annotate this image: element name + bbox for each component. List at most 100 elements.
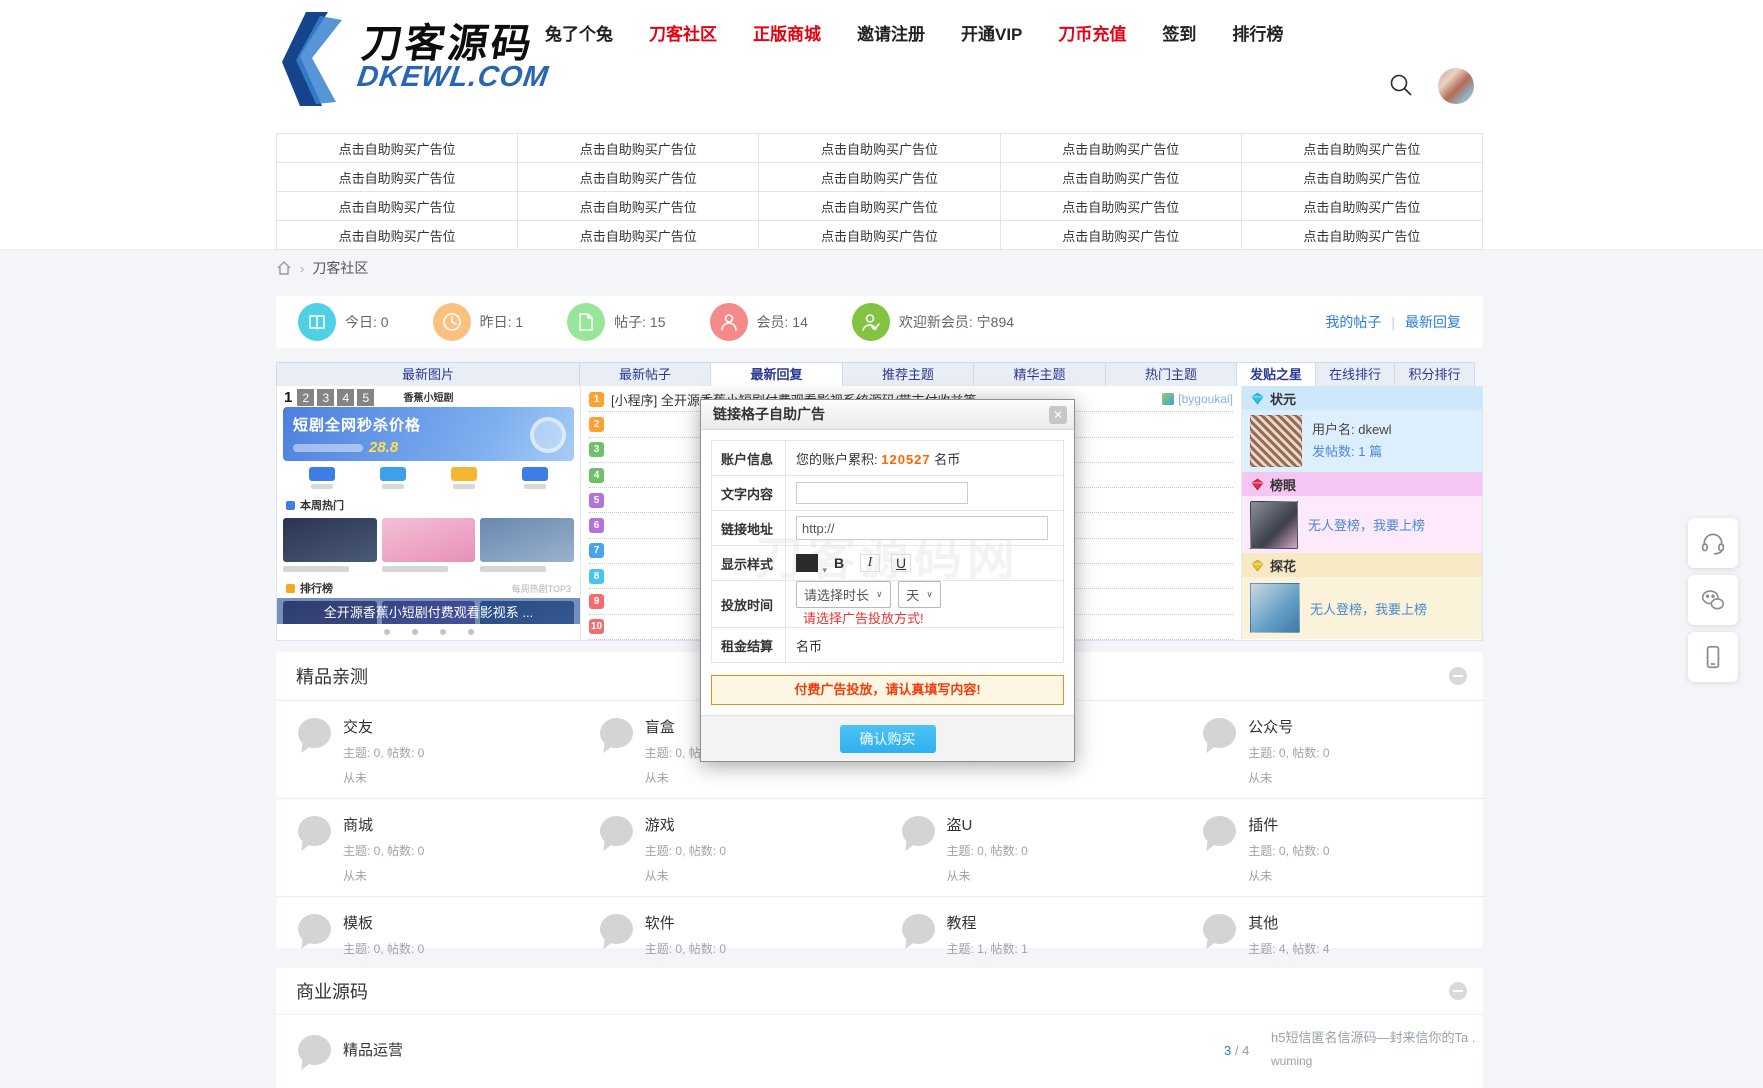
board-游戏[interactable]: 游戏 主题: 0, 帖数: 0 从未: [578, 799, 880, 896]
board-name[interactable]: 公众号: [1248, 716, 1329, 737]
board-bubble-icon: [298, 1035, 331, 1065]
mobile-button[interactable]: [1688, 632, 1738, 682]
user-avatar[interactable]: [1438, 68, 1474, 104]
biz-latest-author[interactable]: wuming: [1271, 1054, 1476, 1068]
ad-slot[interactable]: 点击自助购买广告位: [1000, 192, 1242, 221]
bangyan-empty-link[interactable]: 无人登榜，我要上榜: [1308, 515, 1425, 534]
collapse-icon[interactable]: [1449, 982, 1467, 1000]
tab-发贴之星[interactable]: 发贴之星: [1236, 362, 1316, 387]
ad-slot[interactable]: 点击自助购买广告位: [759, 163, 1001, 192]
ad-slot[interactable]: 点击自助购买广告位: [518, 221, 760, 250]
chevron-down-icon: ∨: [926, 589, 933, 599]
nav-item[interactable]: 刀币充值: [1058, 20, 1126, 45]
user-value[interactable]: dkewl: [1358, 422, 1391, 437]
ad-slot[interactable]: 点击自助购买广告位: [759, 221, 1001, 250]
color-swatch[interactable]: [796, 554, 827, 576]
ad-slot[interactable]: 点击自助购买广告位: [1241, 221, 1483, 250]
ad-slot[interactable]: 点击自助购买广告位: [277, 134, 519, 163]
tab-精华主题[interactable]: 精华主题: [973, 362, 1106, 387]
app-icon-row: [287, 467, 570, 489]
carousel-caption[interactable]: 全开源香蕉小短剧付费观看影视系 ...: [277, 598, 580, 624]
board-name[interactable]: 游戏: [645, 814, 726, 835]
nav-item[interactable]: 正版商城: [753, 20, 821, 45]
nav-item[interactable]: 开通VIP: [961, 20, 1022, 45]
nav-item[interactable]: 邀请注册: [857, 20, 925, 45]
close-icon[interactable]: ✕: [1049, 406, 1067, 424]
board-公众号[interactable]: 公众号 主题: 0, 帖数: 0 从未: [1181, 701, 1483, 798]
site-logo[interactable]: 刀客源码 DKEWL.COM: [276, 10, 551, 108]
chevron-down-icon: ∨: [876, 589, 883, 599]
carousel-page-1[interactable]: 1: [282, 389, 294, 406]
board-插件[interactable]: 插件 主题: 0, 帖数: 0 从未: [1181, 799, 1483, 896]
wechat-button[interactable]: [1688, 575, 1738, 625]
ad-slot[interactable]: 点击自助购买广告位: [1000, 163, 1242, 192]
rank-body-bangyan: 无人登榜，我要上榜: [1242, 496, 1482, 553]
board-name[interactable]: 教程: [947, 912, 1028, 933]
board-盗U[interactable]: 盗U 主题: 0, 帖数: 0 从未: [880, 799, 1182, 896]
bold-button[interactable]: B: [829, 555, 849, 571]
ad-slot[interactable]: 点击自助购买广告位: [759, 134, 1001, 163]
search-icon[interactable]: [1388, 72, 1414, 98]
ad-dialog: 链接格子自助广告 ✕ 刀客源码网 账户信息 您的账户累积: 120527 名币 …: [700, 399, 1075, 762]
collapse-icon[interactable]: [1449, 667, 1467, 685]
underline-button[interactable]: U: [891, 554, 911, 572]
stat-item: 欢迎新会员: 宁894: [851, 303, 1014, 341]
tab-最新帖子[interactable]: 最新帖子: [579, 362, 711, 387]
breadcrumb-section[interactable]: 刀客社区: [312, 258, 368, 278]
ad-slot[interactable]: 点击自助购买广告位: [1000, 221, 1242, 250]
tab-在线排行[interactable]: 在线排行: [1315, 362, 1395, 387]
ad-slot[interactable]: 点击自助购买广告位: [277, 221, 519, 250]
ad-slot[interactable]: 点击自助购买广告位: [1241, 163, 1483, 192]
board-商城[interactable]: 商城 主题: 0, 帖数: 0 从未: [276, 799, 578, 896]
board-name[interactable]: 软件: [645, 912, 726, 933]
my-posts-link[interactable]: 我的帖子: [1325, 312, 1381, 332]
board-name[interactable]: 交友: [343, 716, 424, 737]
ad-text-input[interactable]: [796, 482, 968, 504]
carousel-page-3[interactable]: 3: [317, 389, 335, 406]
rank-sub-label: 每周热剧TOP3: [511, 583, 571, 594]
ad-slot[interactable]: 点击自助购买广告位: [518, 192, 760, 221]
ad-slot[interactable]: 点击自助购买广告位: [1000, 134, 1242, 163]
italic-button[interactable]: I: [860, 554, 880, 572]
home-icon[interactable]: [276, 260, 292, 276]
tab-热门主题[interactable]: 热门主题: [1105, 362, 1237, 387]
board-name[interactable]: 盗U: [947, 814, 1028, 835]
ad-slot[interactable]: 点击自助购买广告位: [518, 134, 760, 163]
confirm-purchase-button[interactable]: 确认购买: [839, 724, 936, 753]
tab-推荐主题[interactable]: 推荐主题: [842, 362, 974, 387]
biz-board[interactable]: 精品运营: [298, 1033, 403, 1065]
board-name[interactable]: 商城: [343, 814, 424, 835]
tab-最新回复[interactable]: 最新回复: [710, 362, 843, 387]
board-name[interactable]: 其他: [1248, 912, 1329, 933]
image-carousel[interactable]: 12345 香蕉小短剧 短剧全网秒杀价格 28.8 本周热门 排行榜 每周热剧T…: [277, 386, 581, 640]
nav-item[interactable]: 排行榜: [1232, 20, 1283, 45]
tab-积分排行[interactable]: 积分排行: [1394, 362, 1475, 387]
biz-latest-post[interactable]: h5短信匿名信源码—封来信你的Ta ...: [1271, 1027, 1476, 1046]
board-name[interactable]: 插件: [1248, 814, 1329, 835]
carousel-page-4[interactable]: 4: [337, 389, 355, 406]
zhuangyuan-avatar[interactable]: [1250, 415, 1302, 467]
customer-service-button[interactable]: [1688, 518, 1738, 568]
duration-select[interactable]: 请选择时长 ∨: [796, 581, 891, 608]
tab-最新图片[interactable]: 最新图片: [276, 362, 580, 387]
ad-slot[interactable]: 点击自助购买广告位: [1241, 134, 1483, 163]
nav-item[interactable]: 兔了个兔: [545, 20, 613, 45]
ad-slot[interactable]: 点击自助购买广告位: [759, 192, 1001, 221]
board-bubble-icon: [599, 816, 633, 846]
ad-slot[interactable]: 点击自助购买广告位: [1241, 192, 1483, 221]
latest-replies-link[interactable]: 最新回复: [1405, 312, 1461, 332]
ad-slot[interactable]: 点击自助购买广告位: [277, 163, 519, 192]
stats-items: 今日: 0 昨日: 1 帖子: 15 会员: 14 欢迎新会员: 宁894: [298, 303, 1014, 341]
carousel-page-5[interactable]: 5: [357, 389, 375, 406]
nav-item[interactable]: 刀客社区: [649, 20, 717, 45]
unit-select[interactable]: 天 ∨: [898, 581, 941, 608]
ad-slot[interactable]: 点击自助购买广告位: [518, 163, 760, 192]
tanhua-empty-link[interactable]: 无人登榜，我要上榜: [1310, 599, 1427, 618]
author-link[interactable]: [bygoukai]: [1178, 392, 1233, 406]
ad-link-input[interactable]: [796, 516, 1048, 540]
carousel-page-2[interactable]: 2: [297, 389, 315, 406]
ad-slot[interactable]: 点击自助购买广告位: [277, 192, 519, 221]
board-交友[interactable]: 交友 主题: 0, 帖数: 0 从未: [276, 701, 578, 798]
nav-item[interactable]: 签到: [1162, 20, 1196, 45]
board-name[interactable]: 模板: [343, 912, 424, 933]
